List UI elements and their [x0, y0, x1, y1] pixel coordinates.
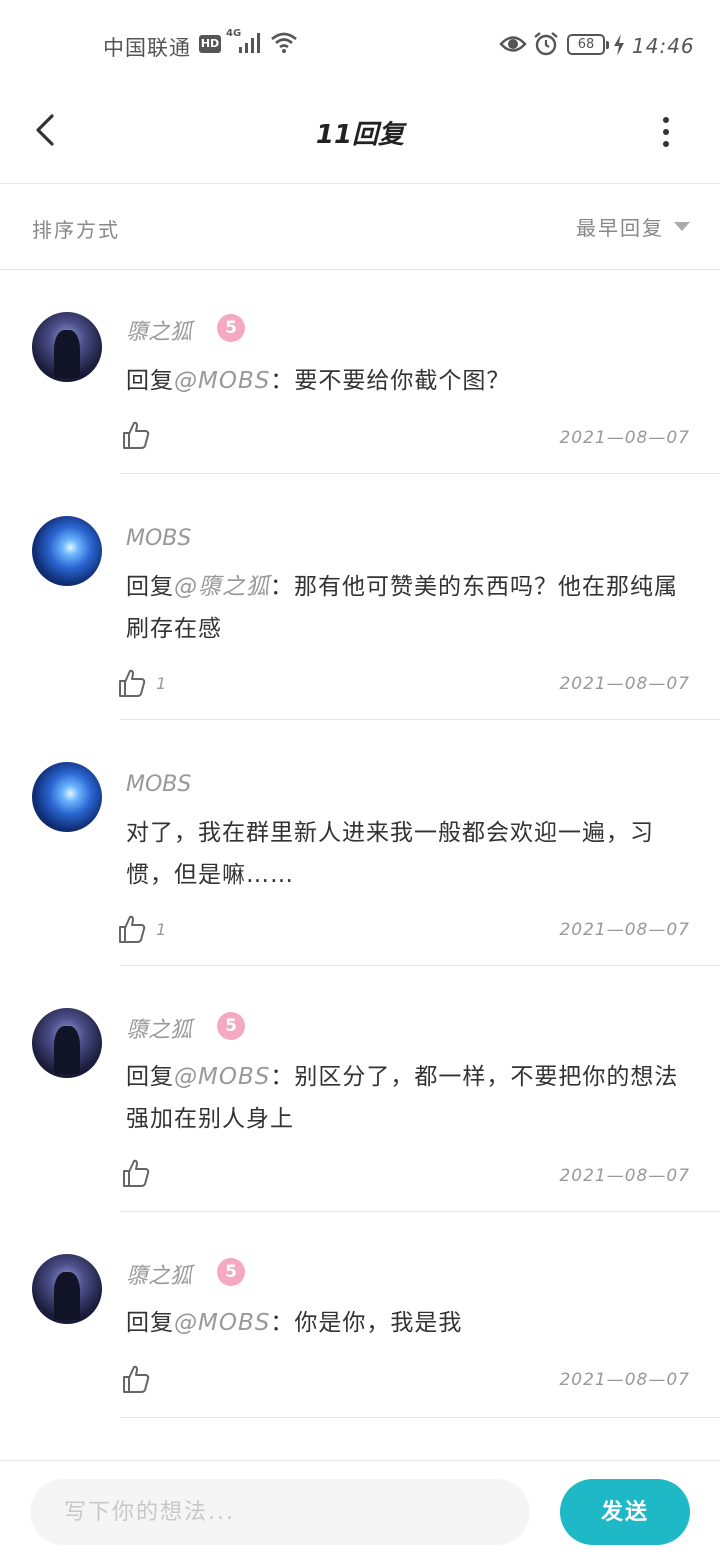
- sort-label: 排序方式: [32, 218, 120, 242]
- reply-date: 2021—08—07: [559, 1166, 690, 1186]
- sort-dropdown[interactable]: 最早回复: [576, 212, 690, 241]
- signal-icon: [239, 33, 260, 53]
- reply-item: MOBS 回复@隳之狐：那有他可赞美的东西吗？他在那纯属刷存在感 1 2021—…: [0, 474, 720, 720]
- mention-link[interactable]: @MOBS: [174, 1064, 270, 1090]
- reply-prefix: 回复: [126, 1310, 174, 1336]
- like-count: 1: [156, 673, 167, 693]
- reply-date: 2021—08—07: [559, 428, 690, 448]
- level-badge: 5: [217, 1012, 245, 1040]
- reply-content: 回复@MOBS：要不要给你截个图？: [126, 360, 691, 402]
- like-button[interactable]: [122, 1364, 160, 1394]
- reply-text: 对了，我在群里新人进来我一般都会欢迎一遍，习惯，但是嘛……: [126, 820, 654, 888]
- username[interactable]: 隳之狐: [126, 1012, 192, 1044]
- page-title: 11回复: [315, 120, 405, 150]
- sort-selected-value: 最早回复: [576, 216, 664, 240]
- avatar[interactable]: [32, 312, 102, 382]
- reply-date: 2021—08—07: [559, 674, 690, 694]
- mention-link[interactable]: @MOBS: [174, 368, 270, 394]
- wifi-icon: [271, 32, 297, 53]
- reply-content: 回复@隳之狐：那有他可赞美的东西吗？他在那纯属刷存在感: [126, 566, 691, 650]
- reply-content: 对了，我在群里新人进来我一般都会欢迎一遍，习惯，但是嘛……: [126, 812, 666, 896]
- reply-list: 隳之狐 5 回复@MOBS：要不要给你截个图？ 2021—08—07 MOBS …: [0, 270, 720, 1418]
- divider: [120, 1417, 720, 1418]
- thumbs-up-icon: [123, 1159, 150, 1187]
- level-badge: 5: [217, 314, 245, 342]
- thumbs-up-icon: [123, 421, 150, 449]
- username[interactable]: MOBS: [126, 772, 191, 797]
- reply-item: 隳之狐 5 回复@MOBS：别区分了，都一样，不要把你的想法强加在别人身上 20…: [0, 966, 720, 1212]
- like-button[interactable]: [122, 1158, 160, 1188]
- carrier-name: 中国联通: [103, 36, 191, 60]
- status-bar: 中国联通 HD 4G 68 14:46: [0, 0, 720, 88]
- avatar[interactable]: [32, 1254, 102, 1324]
- username[interactable]: 隳之狐: [126, 1258, 192, 1290]
- charging-icon: [614, 34, 624, 56]
- clock: 14:46: [632, 34, 695, 58]
- reply-item: 隳之狐 5 回复@MOBS：你是你，我是我 2021—08—07: [0, 1212, 720, 1418]
- reply-content: 回复@MOBS：你是你，我是我: [126, 1302, 691, 1344]
- reply-item: MOBS 对了，我在群里新人进来我一般都会欢迎一遍，习惯，但是嘛…… 1 202…: [0, 720, 720, 966]
- username[interactable]: MOBS: [126, 526, 191, 551]
- reply-text: ：要不要给你截个图？: [270, 368, 511, 394]
- mention-link[interactable]: @隳之狐: [174, 574, 270, 600]
- reply-prefix: 回复: [126, 1064, 174, 1090]
- username[interactable]: 隳之狐: [126, 314, 192, 346]
- like-button[interactable]: [122, 420, 160, 450]
- reply-date: 2021—08—07: [559, 1370, 690, 1390]
- thumbs-up-icon: [119, 669, 146, 697]
- more-button[interactable]: [650, 110, 682, 154]
- reply-item: 隳之狐 5 回复@MOBS：要不要给你截个图？ 2021—08—07: [0, 270, 720, 474]
- like-count: 1: [156, 919, 167, 939]
- thumbs-up-icon: [123, 1365, 150, 1393]
- reply-text: ：你是你，我是我: [270, 1310, 463, 1336]
- alarm-icon: [534, 32, 558, 56]
- reply-prefix: 回复: [126, 368, 174, 394]
- more-vertical-icon: [663, 117, 669, 147]
- top-app-bar: 11回复: [0, 88, 720, 184]
- eye-icon: [499, 36, 527, 52]
- comment-input[interactable]: [30, 1479, 530, 1545]
- reply-date: 2021—08—07: [559, 920, 690, 940]
- battery-icon: 68: [567, 34, 609, 55]
- comment-composer: 发送: [0, 1460, 720, 1560]
- thumbs-up-icon: [119, 915, 146, 943]
- like-button[interactable]: 1: [118, 914, 166, 944]
- hd-icon: HD: [199, 35, 221, 53]
- send-button[interactable]: 发送: [560, 1479, 690, 1545]
- like-button[interactable]: 1: [118, 668, 166, 698]
- caret-down-icon: [674, 222, 690, 231]
- reply-content: 回复@MOBS：别区分了，都一样，不要把你的想法强加在别人身上: [126, 1056, 691, 1140]
- avatar[interactable]: [32, 1008, 102, 1078]
- avatar[interactable]: [32, 762, 102, 832]
- level-badge: 5: [217, 1258, 245, 1286]
- reply-prefix: 回复: [126, 574, 174, 600]
- sort-bar: 排序方式 最早回复: [0, 184, 720, 270]
- avatar[interactable]: [32, 516, 102, 586]
- mention-link[interactable]: @MOBS: [174, 1310, 270, 1336]
